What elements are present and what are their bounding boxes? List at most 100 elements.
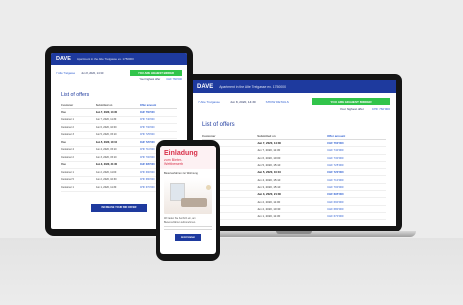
listing-id[interactable]: 7 Alte Trelgasse xyxy=(198,100,220,104)
amount-cell: CHF 740'000 xyxy=(327,148,344,153)
submitted-cell: Jun 7, 2020, 11:30 xyxy=(95,118,117,122)
amount-cell: CHF 730'000 xyxy=(327,155,344,160)
submitted-cell: Jun 7, 2020, 11:30 xyxy=(257,148,281,153)
customer-cell: You xyxy=(61,110,66,114)
amount-cell: CHF 760'000 xyxy=(139,110,155,114)
table-row: YouJun 5, 2020, 10:10CHF 720'000 xyxy=(202,169,386,177)
customer-cell: Customer 2 xyxy=(61,125,74,129)
amount-cell: CHF 760'000 xyxy=(327,141,344,146)
highest-offer-label: Your highest offer xyxy=(139,78,161,81)
app-logo: DAVE xyxy=(197,83,214,90)
sofa-shape xyxy=(181,198,207,208)
product-mockup: { "app": { "logo": "DAVE", "tagline": "A… xyxy=(0,0,463,305)
col-submitted: Submitted on xyxy=(257,133,276,138)
email-cta-button[interactable]: Jetzt bieten xyxy=(175,234,201,242)
submitted-cell: Jun 2, 2020, 11:00 xyxy=(257,199,281,204)
col-amount: Offer amount xyxy=(139,103,157,107)
laptop-screen: DAVE Apartment in the Alte Trelgasse ex.… xyxy=(192,80,396,226)
offers-title: List of offers xyxy=(202,122,235,128)
listing-date: Jun 8, 2020, 14:30 xyxy=(81,71,104,75)
app-header: DAVE Apartment in the Alte Trelgasse ex.… xyxy=(192,80,396,93)
table-surface xyxy=(0,238,463,305)
table-row: Customer 3Jun 5, 2020, 15:10CHF 725'000 xyxy=(61,132,177,139)
email-body: Wir laden Sie herzlich ein, am Bieterver… xyxy=(164,217,196,224)
table-row: You Jun 7, 2020, 14:30 CHF 760'000 xyxy=(61,109,177,117)
listing-bar: 7 Alte Trelgasse Jun 8, 2020, 14:30 SHOW… xyxy=(192,93,396,105)
customer-cell: You xyxy=(61,140,66,144)
amount-cell: CHF 730'000 xyxy=(139,125,155,129)
highest-offer-value: CHF 760'000 xyxy=(371,107,390,111)
text-line xyxy=(164,225,212,227)
email-title: Einladung xyxy=(164,150,198,157)
customer-cell: Customer 4 xyxy=(61,148,74,152)
email-header: Einladung zum Bieter- Wettbewerb xyxy=(160,146,216,170)
submitted-cell: Jun 6, 2020, 10:00 xyxy=(95,125,117,129)
submitted-cell: Jun 1, 2020, 11:30 xyxy=(95,185,117,189)
submitted-cell: Jun 5, 2020, 10:10 xyxy=(95,140,118,144)
col-customer: Customer xyxy=(202,133,216,138)
table-row: Customer 1 Jun 7, 2020, 11:30 CHF 740'000 xyxy=(61,117,177,124)
table-row: Customer 3Jun 5, 2020, 15:10CHF 725'000 xyxy=(202,162,386,170)
offers-table-body: YouJun 7, 2020, 14:30CHF 760'000Customer… xyxy=(202,140,386,221)
customer-cell: Customer 5 xyxy=(61,178,74,182)
submitted-cell: Jun 3, 2020, 21:30 xyxy=(95,163,118,167)
submitted-cell: Jun 3, 2020, 15:10 xyxy=(95,155,117,159)
customer-cell: Customer 1 xyxy=(61,118,74,122)
email-subtitle-2: Wettbewerb xyxy=(164,161,184,166)
table-row: Customer 1Jun 2, 2020, 11:00CHF 690'000 xyxy=(202,198,386,206)
table-row: Customer 1Jun 1, 2020, 11:30CHF 670'000 xyxy=(202,213,386,221)
submitted-cell: Jun 3, 2020, 21:30 xyxy=(257,192,281,197)
table-row: Customer 2Jun 6, 2020, 10:00CHF 730'000 xyxy=(202,155,386,162)
customer-cell: Customer 1 xyxy=(61,170,74,174)
col-amount: Offer amount xyxy=(327,133,346,138)
table-row: Customer 2 Jun 6, 2020, 10:00 CHF 730'000 xyxy=(61,124,177,132)
offers-title: List of offers xyxy=(61,92,90,98)
offers-table-header: Customer Submitted on Offer amount xyxy=(202,132,386,140)
amount-cell: CHF 700'000 xyxy=(327,184,344,189)
submitted-cell: Jun 2, 2020, 11:00 xyxy=(95,170,117,174)
submitted-cell: Jun 4, 2020, 15:10 xyxy=(95,148,117,152)
table-row: Customer 4Jun 4, 2020, 15:10CHF 710'000 xyxy=(202,176,386,184)
col-submitted: Submitted on xyxy=(95,103,113,107)
amount-cell: CHF 725'000 xyxy=(327,163,344,168)
customer-cell: You xyxy=(61,163,66,167)
listing-date: Jun 8, 2020, 14:30 xyxy=(230,99,256,104)
highest-offer-value: CHF 760'000 xyxy=(166,78,182,81)
app-tagline: Apartment in the Alte Trelgasse ex. 1750… xyxy=(76,57,134,61)
listing-id[interactable]: 7 Alte Trelgasse xyxy=(56,72,75,75)
submitted-cell: Jun 2, 2020, 10:30 xyxy=(257,206,281,211)
submitted-cell: Jun 7, 2020, 14:30 xyxy=(95,110,118,114)
offers-table: Customer Submitted on Offer amount YouJu… xyxy=(192,128,396,221)
table-row: YouJun 3, 2020, 21:30CHF 695'000 xyxy=(202,191,386,199)
increase-bid-button[interactable]: INCREASE YOUR BID OFFER xyxy=(91,203,147,212)
customer-cell: Customer 1 xyxy=(61,185,74,189)
app-tagline: Apartment in the Alte Trelgasse ex. 1750… xyxy=(219,84,286,89)
app-header: DAVE Apartment in the Alte Trelgasse ex.… xyxy=(51,53,187,65)
submitted-cell: Jun 7, 2020, 14:30 xyxy=(257,141,281,146)
table-row: Customer 5Jun 2, 2020, 10:30CHF 680'000 xyxy=(202,206,386,213)
status-badge: YOU ARE HIGHEST BIDDER xyxy=(312,98,390,105)
status-badge: YOU ARE HIGHEST BIDDER xyxy=(130,70,182,76)
apartment-photo xyxy=(164,178,212,215)
submitted-cell: Jun 1, 2020, 11:30 xyxy=(257,214,281,219)
amount-cell: CHF 670'000 xyxy=(327,214,344,219)
offers-table-header: Customer Submitted on Offer amount xyxy=(61,102,177,109)
info-link[interactable]: SHOW DETAILS xyxy=(266,100,289,104)
app-logo: DAVE xyxy=(56,56,71,62)
submitted-cell: Jun 3, 2020, 15:10 xyxy=(257,184,281,189)
submitted-cell: Jun 5, 2020, 10:10 xyxy=(257,170,281,175)
submitted-cell: Jun 2, 2020, 10:30 xyxy=(95,178,117,182)
phone-screen: Einladung zum Bieter- Wettbewerb Bieterv… xyxy=(160,146,216,254)
submitted-cell: Jun 5, 2020, 15:10 xyxy=(257,163,281,168)
amount-cell: CHF 695'000 xyxy=(327,192,344,197)
table-row: YouJun 7, 2020, 14:30CHF 760'000 xyxy=(202,140,386,148)
amount-cell: CHF 710'000 xyxy=(327,177,344,182)
listing-bar: 7 Alte Trelgasse Jun 8, 2020, 14:30 YOU … xyxy=(51,65,187,76)
customer-cell: Customer 3 xyxy=(61,133,74,137)
laptop-notch xyxy=(276,231,312,234)
submitted-cell: Jun 4, 2020, 15:10 xyxy=(257,177,281,182)
amount-cell: CHF 680'000 xyxy=(327,206,344,211)
col-customer: Customer xyxy=(61,103,74,107)
amount-cell: CHF 720'000 xyxy=(327,170,344,175)
amount-cell: CHF 725'000 xyxy=(139,133,155,137)
